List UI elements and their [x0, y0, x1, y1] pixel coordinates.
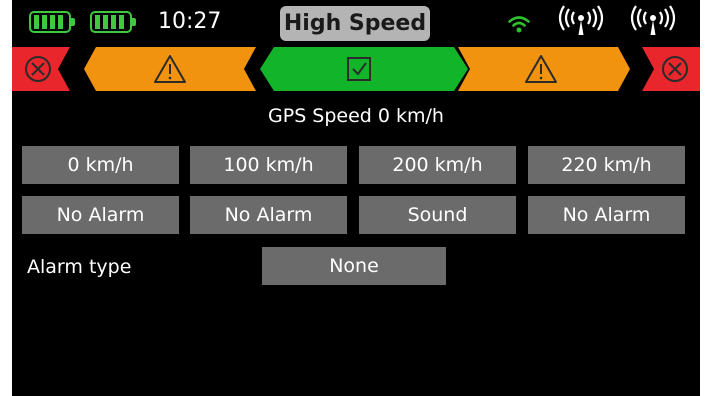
- battery-icon: [29, 11, 77, 33]
- zone-danger-high: [642, 47, 700, 91]
- speed-threshold-button[interactable]: 100 km/h: [190, 146, 347, 184]
- alarm-zone-bar: [12, 47, 700, 91]
- speed-threshold-button[interactable]: 0 km/h: [22, 146, 179, 184]
- gps-speed-readout: GPS Speed 0 km/h: [268, 105, 444, 127]
- alarm-type-label: Alarm type: [27, 256, 132, 278]
- zone-ok: [260, 47, 468, 91]
- clock: 10:27: [158, 9, 222, 34]
- page-title: High Speed: [280, 6, 430, 41]
- antenna-icon: [630, 5, 676, 35]
- alarm-button[interactable]: No Alarm: [22, 196, 179, 234]
- status-bar: 10:27 High Speed: [12, 0, 700, 46]
- zone-danger-low: [12, 47, 70, 91]
- battery-icon: [90, 11, 138, 33]
- zone-warning-high: [458, 47, 630, 91]
- speed-threshold-button[interactable]: 220 km/h: [528, 146, 685, 184]
- antenna-icon: [558, 5, 604, 35]
- alarm-button[interactable]: No Alarm: [528, 196, 685, 234]
- alarm-button[interactable]: No Alarm: [190, 196, 347, 234]
- wifi-icon: [508, 16, 530, 33]
- speed-threshold-button[interactable]: 200 km/h: [359, 146, 516, 184]
- transmitter-screen: 10:27 High Speed GPS Speed 0 km/h 0 km/h…: [12, 0, 700, 396]
- alarm-type-select[interactable]: None: [262, 247, 446, 285]
- alarm-button[interactable]: Sound: [359, 196, 516, 234]
